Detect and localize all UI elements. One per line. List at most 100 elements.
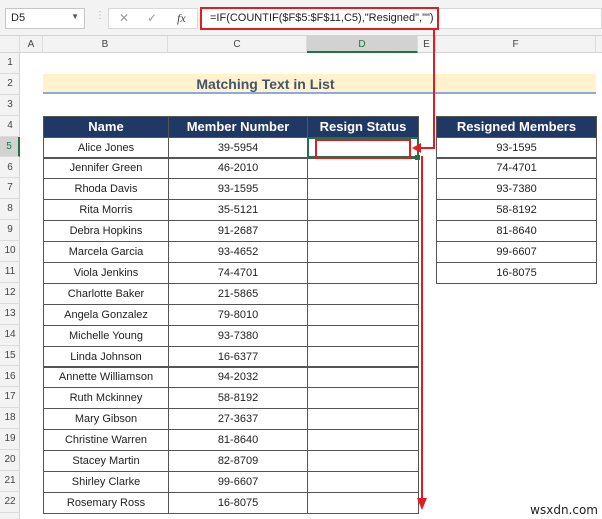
resign-status-cell[interactable] xyxy=(307,178,419,201)
row-header-6[interactable]: 6 xyxy=(0,158,20,179)
resigned-member-cell[interactable]: 58-8192 xyxy=(436,199,597,222)
name-cell[interactable]: Marcela Garcia xyxy=(43,241,169,263)
name-cell[interactable]: Linda Johnson xyxy=(43,345,169,368)
member-number-cell[interactable]: 81-8640 xyxy=(168,429,308,452)
row-header-19[interactable]: 19 xyxy=(0,429,20,451)
row-header-5[interactable]: 5 xyxy=(0,136,20,158)
chevron-down-icon[interactable]: ▼ xyxy=(71,12,79,21)
name-cell[interactable]: Christine Warren xyxy=(43,429,169,452)
resign-status-cell[interactable] xyxy=(307,303,419,326)
name-cell[interactable]: Rosemary Ross xyxy=(43,491,169,514)
member-number-cell[interactable]: 58-8192 xyxy=(168,387,308,410)
resign-status-cell[interactable] xyxy=(307,429,419,452)
name-cell[interactable]: Alice Jones xyxy=(43,136,169,159)
name-cell[interactable]: Michelle Young xyxy=(43,324,169,347)
header-member-number[interactable]: Member Number xyxy=(168,115,308,138)
column-header-a[interactable]: A xyxy=(20,36,43,53)
name-box[interactable]: D5 ▼ xyxy=(5,8,85,29)
resigned-member-cell[interactable]: 93-1595 xyxy=(436,136,597,159)
column-header-b[interactable]: B xyxy=(43,36,168,53)
member-number-cell[interactable]: 74-4701 xyxy=(168,262,308,284)
member-number-cell[interactable]: 16-8075 xyxy=(168,491,308,514)
row-header-10[interactable]: 10 xyxy=(0,241,20,262)
resign-status-cell[interactable] xyxy=(307,262,419,284)
resigned-member-cell[interactable]: 99-6607 xyxy=(436,241,597,263)
row-header-18[interactable]: 18 xyxy=(0,408,20,430)
name-cell[interactable]: Angela Gonzalez xyxy=(43,303,169,326)
column-header-d[interactable]: D xyxy=(307,36,418,53)
member-number-cell[interactable]: 27-3637 xyxy=(168,408,308,431)
row-header-22[interactable]: 22 xyxy=(0,492,20,513)
row-header-16[interactable]: 16 xyxy=(0,367,20,388)
row-header-4[interactable]: 4 xyxy=(0,116,20,137)
resign-status-cell[interactable] xyxy=(307,241,419,263)
name-cell[interactable]: Rhoda Davis xyxy=(43,178,169,201)
resign-status-cell[interactable] xyxy=(307,282,419,305)
row-header-7[interactable]: 7 xyxy=(0,178,20,200)
cancel-icon[interactable]: ✕ xyxy=(119,11,129,25)
insert-function-icon[interactable]: fx xyxy=(177,11,186,26)
resign-status-cell[interactable] xyxy=(307,491,419,514)
member-number-cell[interactable]: 79-8010 xyxy=(168,303,308,326)
column-header-f[interactable]: F xyxy=(436,36,596,53)
header-resign-status[interactable]: Resign Status xyxy=(307,115,419,138)
name-cell[interactable]: Annette Williamson xyxy=(43,366,169,389)
resign-status-cell[interactable] xyxy=(307,157,419,180)
resigned-member-cell[interactable]: 81-8640 xyxy=(436,220,597,243)
name-cell[interactable]: Rita Morris xyxy=(43,199,169,222)
row-header-14[interactable]: 14 xyxy=(0,325,20,346)
member-number-cell[interactable]: 21-5865 xyxy=(168,282,308,305)
resign-status-cell[interactable] xyxy=(307,220,419,243)
row-header-2[interactable]: 2 xyxy=(0,74,20,95)
resigned-member-cell[interactable]: 16-8075 xyxy=(436,262,597,284)
row-header-15[interactable]: 15 xyxy=(0,346,20,367)
name-cell[interactable]: Stacey Martin xyxy=(43,450,169,472)
member-number-cell[interactable]: 39-5954 xyxy=(168,136,308,159)
row-header-17[interactable]: 17 xyxy=(0,387,20,409)
resign-status-cell[interactable] xyxy=(307,450,419,472)
name-cell[interactable]: Ruth Mckinney xyxy=(43,387,169,410)
row-header-13[interactable]: 13 xyxy=(0,304,20,325)
name-cell[interactable]: Viola Jenkins xyxy=(43,262,169,284)
member-number-cell[interactable]: 91-2687 xyxy=(168,220,308,243)
member-number-cell[interactable]: 35-5121 xyxy=(168,199,308,222)
member-number-cell[interactable]: 94-2032 xyxy=(168,366,308,389)
member-number-cell[interactable]: 82-8709 xyxy=(168,450,308,472)
resign-status-cell[interactable] xyxy=(307,471,419,493)
name-cell[interactable]: Mary Gibson xyxy=(43,408,169,431)
resigned-member-cell[interactable]: 93-7380 xyxy=(436,178,597,201)
column-header-c[interactable]: C xyxy=(168,36,307,53)
resign-status-cell[interactable] xyxy=(307,387,419,410)
arrow-left-icon xyxy=(412,143,421,153)
resigned-member-cell[interactable]: 74-4701 xyxy=(436,157,597,180)
row-header-1[interactable]: 1 xyxy=(0,53,20,74)
name-cell[interactable]: Charlotte Baker xyxy=(43,282,169,305)
name-box-value: D5 xyxy=(11,12,26,24)
resign-status-cell[interactable] xyxy=(307,366,419,389)
member-number-cell[interactable]: 93-4652 xyxy=(168,241,308,263)
member-number-cell[interactable]: 16-6377 xyxy=(168,345,308,368)
row-header-9[interactable]: 9 xyxy=(0,220,20,242)
resign-status-cell[interactable] xyxy=(307,324,419,347)
resign-status-cell[interactable] xyxy=(307,199,419,222)
header-name[interactable]: Name xyxy=(43,115,169,138)
row-header-11[interactable]: 11 xyxy=(0,262,20,283)
row-header-3[interactable]: 3 xyxy=(0,95,20,116)
resign-status-cell[interactable] xyxy=(307,408,419,431)
row-header-12[interactable]: 12 xyxy=(0,283,20,304)
name-cell[interactable]: Jennifer Green xyxy=(43,157,169,180)
name-cell[interactable]: Debra Hopkins xyxy=(43,220,169,243)
member-number-cell[interactable]: 99-6607 xyxy=(168,471,308,493)
fill-handle[interactable] xyxy=(415,154,420,160)
row-header-20[interactable]: 20 xyxy=(0,450,20,471)
header-resigned-members[interactable]: Resigned Members xyxy=(436,115,597,138)
row-header-8[interactable]: 8 xyxy=(0,199,20,221)
member-number-cell[interactable]: 46-2010 xyxy=(168,157,308,180)
row-header-21[interactable]: 21 xyxy=(0,471,20,492)
select-all-corner[interactable] xyxy=(0,36,20,53)
member-number-cell[interactable]: 93-1595 xyxy=(168,178,308,201)
enter-icon[interactable]: ✓ xyxy=(147,11,157,25)
member-number-cell[interactable]: 93-7380 xyxy=(168,324,308,347)
name-cell[interactable]: Shirley Clarke xyxy=(43,471,169,493)
resign-status-cell[interactable] xyxy=(307,345,419,368)
